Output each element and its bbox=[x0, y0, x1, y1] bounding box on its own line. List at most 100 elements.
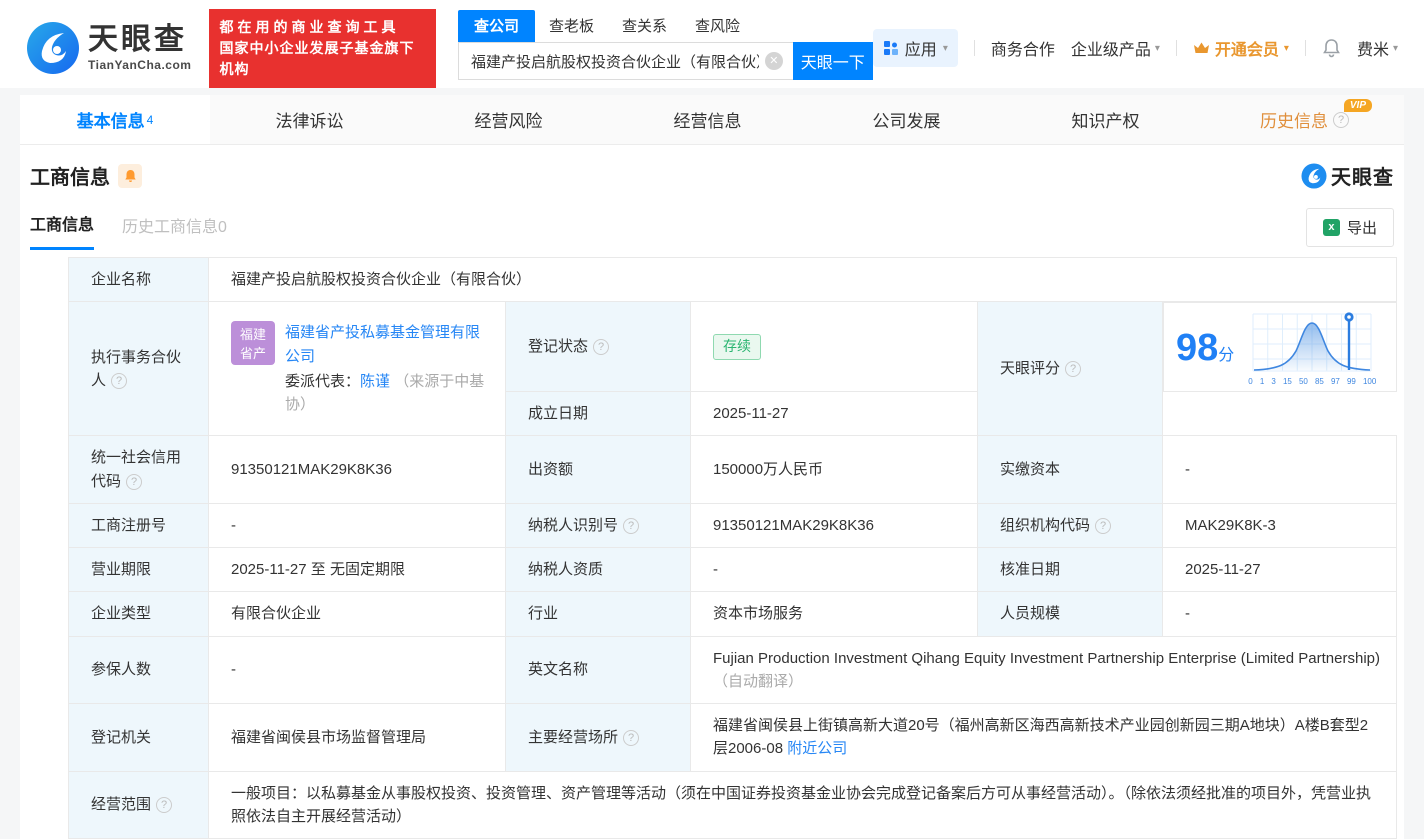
search-input[interactable] bbox=[457, 42, 793, 80]
partner-avatar[interactable]: 福建 省产 bbox=[231, 321, 275, 366]
tab-risk-label: 经营风险 bbox=[474, 112, 543, 131]
field-value-company-type: 有限合伙企业 bbox=[208, 591, 506, 637]
field-label-org-code: 组织机构代码? bbox=[977, 502, 1163, 549]
field-label-taxpayer-id: 纳税人识别号? bbox=[505, 502, 691, 549]
nav-enterprise-label: 企业级产品 bbox=[1070, 42, 1151, 59]
tianyancha-watermark: 天眼查 bbox=[1301, 161, 1394, 190]
help-icon[interactable]: ? bbox=[623, 729, 640, 746]
field-value-taxpayer-id: 91350121MAK29K8K36 bbox=[690, 502, 978, 549]
tab-operation-info[interactable]: 经营信息 bbox=[608, 95, 807, 144]
search-tabs: 查公司 查老板 查关系 查风险 bbox=[457, 10, 873, 42]
subtab-business-info[interactable]: 工商信息 bbox=[30, 211, 95, 250]
tab-intellectual-property[interactable]: 知识产权 bbox=[1006, 95, 1205, 144]
clear-icon[interactable]: ✕ bbox=[764, 52, 783, 70]
field-value-english-name: Fujian Production Investment Qihang Equi… bbox=[689, 635, 1398, 705]
field-value-reg-status: 存续 bbox=[690, 301, 978, 393]
score-axis-ticks: 01 3 15 50 85 97 99 100 bbox=[1248, 377, 1377, 387]
field-label-insured-count: 参保人数 bbox=[68, 635, 209, 705]
chevron-down-icon: ▾ bbox=[1392, 42, 1398, 54]
tab-legal-proceedings[interactable]: 法律诉讼 bbox=[210, 95, 409, 144]
rep-name-link[interactable]: 陈谨 bbox=[360, 373, 390, 390]
crown-icon bbox=[1193, 42, 1209, 53]
field-value-paid-capital: - bbox=[1161, 435, 1398, 504]
field-label-establish-date: 成立日期 bbox=[505, 391, 691, 437]
field-label-credit-code: 统一社会信用代码? bbox=[68, 435, 209, 504]
search-tab-boss[interactable]: 查老板 bbox=[535, 15, 608, 42]
help-icon[interactable]: ? bbox=[111, 372, 128, 389]
main-content: 基本信息 4 法律诉讼 经营风险 经营信息 公司发展 知识产权 VIP 历史信息… bbox=[20, 95, 1404, 839]
field-label-industry: 行业 bbox=[505, 591, 691, 637]
nav-enterprise-products[interactable]: 企业级产品 ▾ bbox=[1071, 36, 1160, 60]
field-value-taxpayer-quality: - bbox=[690, 547, 978, 593]
brand-name: 天眼查 bbox=[88, 23, 187, 56]
search-tab-company[interactable]: 查公司 bbox=[457, 10, 535, 42]
help-icon[interactable]: ? bbox=[1095, 517, 1112, 534]
help-icon[interactable]: ? bbox=[156, 797, 173, 814]
field-value-tianyan-score[interactable]: 98分 0 1 3 15 50 85 97 99 100 bbox=[1163, 302, 1397, 392]
business-info-table: 企业名称 福建产投启航股权投资合伙企业（有限合伙） 执行事务合伙人? 福建 省产… bbox=[68, 256, 1398, 839]
promo-line2: 国家中小企业发展子基金旗下机构 bbox=[219, 39, 415, 77]
apps-menu-button[interactable]: 应用 ▾ bbox=[872, 29, 958, 67]
rep-label: 委派代表： bbox=[285, 372, 361, 390]
table-row: 营业期限 2025-11-27 至 无固定期限 纳税人资质 - 核准日期 202… bbox=[68, 547, 1398, 593]
search-tab-relation[interactable]: 查关系 bbox=[608, 15, 681, 42]
help-icon[interactable]: ? bbox=[1333, 111, 1349, 128]
field-value-reg-number: - bbox=[208, 502, 506, 549]
top-header: 天眼查 TianYanCha.com 都在用的商业查询工具 国家中小企业发展子基… bbox=[0, 0, 1424, 88]
watermark-text: 天眼查 bbox=[1331, 167, 1394, 189]
table-row: 企业名称 福建产投启航股权投资合伙企业（有限合伙） bbox=[68, 256, 1398, 303]
search-button[interactable]: 天眼一下 bbox=[792, 42, 873, 80]
top-nav: 应用 ▾ 商务合作 企业级产品 ▾ 开通会员 ▾ 费米 ▾ bbox=[872, 29, 1398, 67]
help-icon[interactable]: ? bbox=[1065, 361, 1082, 378]
field-label-contribution: 出资额 bbox=[505, 435, 691, 504]
export-button[interactable]: x 导出 bbox=[1305, 208, 1394, 247]
nearby-companies-link[interactable]: 附近公司 bbox=[787, 740, 847, 757]
field-label-staff-size: 人员规模 bbox=[977, 591, 1163, 637]
help-icon[interactable]: ? bbox=[126, 473, 143, 490]
field-value-business-scope: 一般项目：以私募基金从事股权投资、投资管理、资产管理等活动（须在中国证券投资基金… bbox=[207, 770, 1398, 839]
tab-basic-info[interactable]: 基本信息 4 bbox=[20, 95, 210, 144]
field-value-company-name: 福建产投启航股权投资合伙企业（有限合伙） bbox=[207, 256, 1398, 303]
search-tab-risk[interactable]: 查风险 bbox=[681, 15, 754, 42]
tab-operation-risk[interactable]: 经营风险 bbox=[409, 95, 608, 144]
subtab-history-business-info[interactable]: 历史工商信息0 bbox=[122, 213, 227, 249]
field-value-approval-date: 2025-11-27 bbox=[1161, 547, 1398, 593]
field-label-reg-number: 工商注册号 bbox=[68, 502, 209, 549]
section-header: 工商信息 天眼查 bbox=[20, 145, 1404, 194]
apps-grid-icon bbox=[883, 41, 898, 55]
notification-bell-icon[interactable] bbox=[1322, 38, 1341, 58]
tab-operation-label: 经营信息 bbox=[673, 112, 742, 131]
field-label-english-name: 英文名称 bbox=[505, 635, 691, 705]
help-icon[interactable]: ? bbox=[593, 339, 610, 356]
subtab-history-count: 0 bbox=[218, 218, 227, 236]
field-label-company-type: 企业类型 bbox=[68, 591, 209, 637]
open-vip-button[interactable]: 开通会员 ▾ bbox=[1193, 36, 1289, 60]
table-row: 登记机关 福建省闽侯县市场监督管理局 主要经营场所? 福建省闽侯县上街镇高新大道… bbox=[68, 703, 1398, 772]
help-icon[interactable]: ? bbox=[623, 517, 640, 534]
score-unit: 分 bbox=[1218, 347, 1235, 365]
field-label-company-name: 企业名称 bbox=[68, 256, 209, 303]
tianyancha-logo[interactable]: 天眼查 TianYanCha.com bbox=[26, 21, 191, 75]
tianyancha-watermark-icon bbox=[1301, 162, 1327, 189]
field-label-managing-partner: 执行事务合伙人? bbox=[68, 301, 209, 437]
nav-cooperation[interactable]: 商务合作 bbox=[991, 36, 1055, 60]
subtab-history-label: 历史工商信息 bbox=[122, 218, 219, 236]
subscribe-bell-icon[interactable] bbox=[118, 163, 142, 188]
user-menu[interactable]: 费米 ▾ bbox=[1357, 36, 1398, 60]
tab-history-info[interactable]: VIP 历史信息 ? bbox=[1205, 95, 1404, 144]
field-value-insured-count: - bbox=[208, 635, 506, 705]
field-value-establish-date: 2025-11-27 bbox=[690, 391, 978, 437]
partner-company-link[interactable]: 福建省产投私募基金管理有限公司 bbox=[285, 324, 480, 364]
vip-badge: VIP bbox=[1343, 99, 1372, 112]
search-area: 查公司 查老板 查关系 查风险 ✕ 天眼一下 bbox=[457, 10, 873, 80]
tab-development-label: 公司发展 bbox=[872, 112, 941, 131]
field-label-tianyan-score: 天眼评分? bbox=[977, 301, 1163, 437]
field-label-business-term: 营业期限 bbox=[68, 547, 209, 593]
tab-company-development[interactable]: 公司发展 bbox=[807, 95, 1006, 144]
table-row: 企业类型 有限合伙企业 行业 资本市场服务 人员规模 - bbox=[68, 591, 1398, 637]
chevron-down-icon: ▾ bbox=[1283, 42, 1289, 54]
export-label: 导出 bbox=[1346, 220, 1377, 237]
table-row: 统一社会信用代码? 91350121MAK29K8K36 出资额 150000万… bbox=[68, 435, 1398, 504]
field-label-business-address: 主要经营场所? bbox=[505, 703, 691, 772]
field-label-taxpayer-quality: 纳税人资质 bbox=[505, 547, 691, 593]
